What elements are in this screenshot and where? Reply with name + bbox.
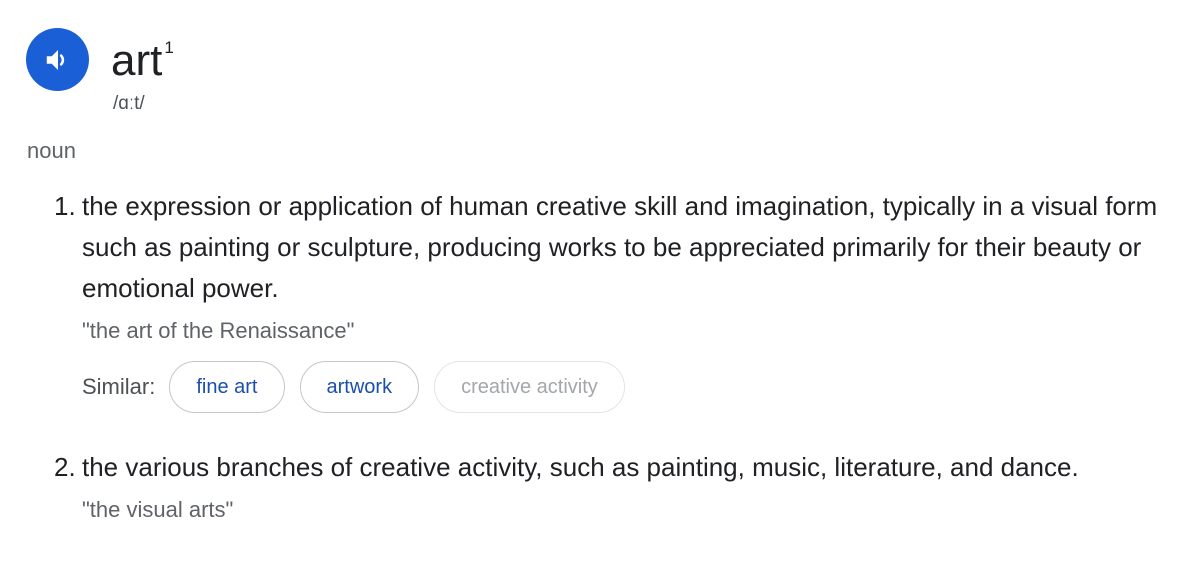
part-of-speech: noun xyxy=(27,138,76,163)
similar-label: Similar: xyxy=(82,374,156,399)
similar-words-row: Similar: fine art artwork creative activ… xyxy=(82,361,1174,413)
headword: art 1 xyxy=(111,22,174,87)
phonetic-transcription: /ɑːt/ xyxy=(113,93,145,114)
similar-chip-creative-activity: creative activity xyxy=(434,361,625,413)
homograph-number: 1 xyxy=(164,38,174,57)
definition-text: the various branches of creative activit… xyxy=(82,452,1079,482)
definition-text: the expression or application of human c… xyxy=(82,191,1158,303)
speaker-icon xyxy=(46,49,64,70)
sense-body: the various branches of creative activit… xyxy=(82,447,1174,526)
pronunciation-audio-button[interactable] xyxy=(26,28,89,91)
sense-number: 2. xyxy=(54,452,76,482)
sense-1: 1. the expression or application of huma… xyxy=(54,186,1174,413)
sense-number: 1. xyxy=(54,191,76,221)
example-text: "the visual arts" xyxy=(82,497,234,522)
headword-text: art xyxy=(111,36,163,85)
example-text: "the art of the Renaissance" xyxy=(82,318,355,343)
sense-body: the expression or application of human c… xyxy=(82,186,1174,413)
similar-chip-fine-art[interactable]: fine art xyxy=(169,361,285,413)
similar-chip-artwork[interactable]: artwork xyxy=(299,361,420,413)
entry-header: art 1 /ɑːt/ xyxy=(26,28,174,115)
sense-2: 2. the various branches of creative acti… xyxy=(54,447,1174,526)
headword-block: art 1 /ɑːt/ xyxy=(111,22,174,115)
